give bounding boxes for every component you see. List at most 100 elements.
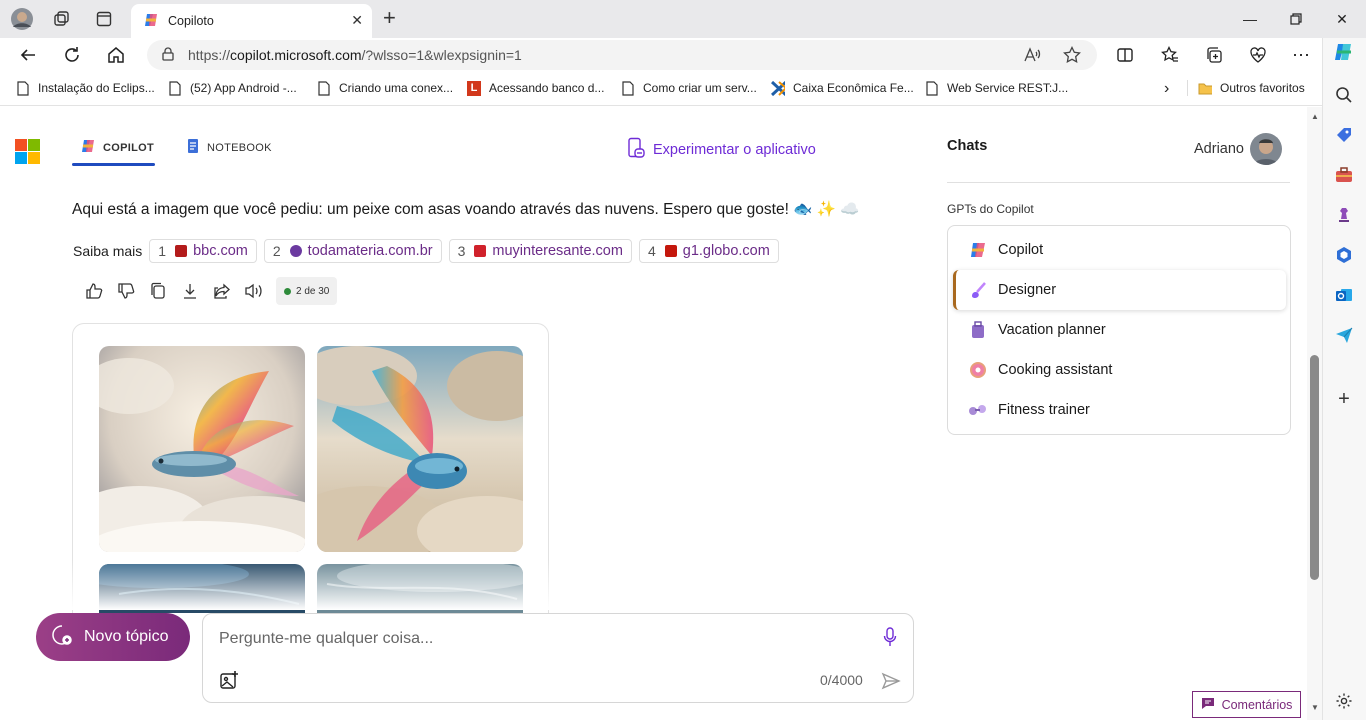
feedback-icon bbox=[1201, 697, 1215, 713]
download-icon[interactable] bbox=[174, 280, 206, 302]
scroll-up-icon[interactable]: ▲ bbox=[1311, 112, 1319, 121]
generated-image[interactable] bbox=[317, 346, 523, 552]
share-icon[interactable] bbox=[206, 280, 238, 302]
source-chip[interactable]: 4 g1.globo.com bbox=[638, 239, 779, 263]
toolbar: https://copilot.microsoft.com/?wlsso=1&w… bbox=[0, 38, 1322, 72]
bookmark-item[interactable]: L Acessando banco d... bbox=[467, 80, 604, 96]
split-screen-icon[interactable] bbox=[1113, 43, 1137, 67]
source-number: 1 bbox=[158, 243, 167, 259]
bookmark-item[interactable]: Web Service REST:J... bbox=[925, 80, 1068, 96]
gpts-list: Copilot Designer Vacation planner Cookin… bbox=[947, 225, 1291, 435]
copilot-icon bbox=[80, 138, 96, 157]
char-counter: 0/4000 bbox=[820, 672, 863, 688]
close-tab-icon[interactable]: ✕ bbox=[351, 12, 363, 29]
gpt-item-vacation-planner[interactable]: Vacation planner bbox=[953, 310, 1286, 350]
tab-copilot-label: COPILOT bbox=[103, 141, 154, 154]
send-icon[interactable] bbox=[881, 672, 901, 693]
other-favorites-folder[interactable]: Outros favoritos bbox=[1187, 80, 1305, 96]
gpt-item-designer[interactable]: Designer bbox=[953, 270, 1286, 310]
address-bar[interactable]: https://copilot.microsoft.com/?wlsso=1&w… bbox=[147, 40, 1097, 70]
favorites-bar: Instalação do Eclips... (52) App Android… bbox=[0, 72, 1322, 106]
collections-icon[interactable] bbox=[1202, 43, 1226, 67]
read-aloud-icon[interactable] bbox=[1023, 46, 1041, 67]
bookmark-item[interactable]: Como criar um serv... bbox=[621, 80, 757, 96]
tools-briefcase-icon[interactable] bbox=[1333, 164, 1355, 186]
add-image-icon[interactable] bbox=[219, 670, 239, 693]
refresh-icon[interactable] bbox=[60, 43, 84, 67]
microsoft-logo[interactable] bbox=[15, 139, 40, 164]
profile-avatar-icon[interactable] bbox=[10, 7, 34, 31]
favorites-icon[interactable] bbox=[1158, 43, 1182, 67]
source-label: todamateria.com.br bbox=[307, 243, 433, 259]
copilot-sidebar-icon[interactable] bbox=[1333, 41, 1355, 63]
send-telegram-icon[interactable] bbox=[1333, 324, 1355, 346]
message-actions: 2 de 30 bbox=[78, 277, 338, 305]
workspaces-icon[interactable] bbox=[50, 7, 74, 31]
avatar[interactable] bbox=[1250, 133, 1282, 165]
new-tab-icon[interactable]: + bbox=[383, 7, 396, 29]
gpt-label: Vacation planner bbox=[998, 322, 1106, 338]
thumbs-down-icon[interactable] bbox=[110, 280, 142, 302]
page-icon bbox=[925, 80, 939, 96]
shopping-tag-icon[interactable] bbox=[1333, 124, 1355, 146]
home-icon[interactable] bbox=[104, 43, 128, 67]
page-icon bbox=[621, 80, 635, 96]
more-options-icon[interactable]: ⋯ bbox=[1289, 43, 1313, 67]
lock-icon[interactable] bbox=[162, 46, 174, 64]
back-icon[interactable] bbox=[16, 43, 40, 67]
gpt-item-cooking-assistant[interactable]: Cooking assistant bbox=[953, 350, 1286, 390]
caixa-logo-icon bbox=[771, 80, 785, 96]
chat-input-placeholder[interactable]: Pergunte-me qualquer coisa... bbox=[219, 630, 433, 648]
scrollbar-thumb[interactable] bbox=[1310, 355, 1319, 580]
outlook-icon[interactable] bbox=[1333, 284, 1355, 306]
settings-gear-icon[interactable] bbox=[1333, 690, 1355, 712]
page-scrollbar[interactable]: ▲ ▼ bbox=[1307, 107, 1322, 720]
chevron-right-icon[interactable]: › bbox=[1164, 80, 1169, 98]
tab-actions-icon[interactable] bbox=[92, 7, 116, 31]
source-label: muyinteresante.com bbox=[492, 243, 623, 259]
feedback-button[interactable]: Comentários bbox=[1192, 691, 1301, 718]
chat-input-box[interactable]: Pergunte-me qualquer coisa... 0/4000 bbox=[202, 613, 914, 703]
url-text[interactable]: https://copilot.microsoft.com/?wlsso=1&w… bbox=[188, 47, 522, 63]
learn-more-row: Saiba mais 1 bbc.com 2 todamateria.com.b… bbox=[73, 239, 779, 263]
gpt-item-copilot[interactable]: Copilot bbox=[953, 230, 1286, 270]
add-sidebar-app-icon[interactable]: + bbox=[1333, 388, 1355, 410]
minimize-icon[interactable]: — bbox=[1230, 6, 1270, 32]
close-window-icon[interactable]: ✕ bbox=[1322, 6, 1362, 32]
bookmark-item[interactable]: (52) App Android -... bbox=[168, 80, 297, 96]
favorite-star-icon[interactable] bbox=[1063, 45, 1081, 67]
bookmark-label: Instalação do Eclips... bbox=[38, 81, 155, 95]
gpt-item-fitness-trainer[interactable]: Fitness trainer bbox=[953, 390, 1286, 430]
user-name[interactable]: Adriano bbox=[1194, 141, 1244, 157]
scroll-down-icon[interactable]: ▼ bbox=[1311, 703, 1319, 712]
tab-notebook[interactable]: NOTEBOOK bbox=[187, 138, 272, 157]
status-dot bbox=[284, 287, 291, 295]
games-icon[interactable] bbox=[1333, 204, 1355, 226]
other-favorites-label: Outros favoritos bbox=[1220, 81, 1305, 95]
muyinteresante-favicon-icon bbox=[474, 245, 487, 257]
try-app-link[interactable]: Experimentar o aplicativo bbox=[627, 137, 816, 163]
gpt-label: Fitness trainer bbox=[998, 402, 1090, 418]
phone-app-icon bbox=[627, 137, 645, 163]
dumbbell-icon bbox=[968, 400, 988, 420]
microsoft-365-icon[interactable] bbox=[1333, 244, 1355, 266]
source-chip[interactable]: 1 bbc.com bbox=[149, 239, 257, 263]
copy-icon[interactable] bbox=[142, 280, 174, 302]
bookmark-item[interactable]: Instalação do Eclips... bbox=[16, 80, 155, 96]
thumbs-up-icon[interactable] bbox=[78, 280, 110, 302]
microphone-icon[interactable] bbox=[883, 627, 897, 650]
generated-image[interactable] bbox=[99, 346, 305, 552]
search-icon[interactable] bbox=[1333, 84, 1355, 106]
new-topic-button[interactable]: Novo tópico bbox=[36, 613, 190, 661]
browser-tab[interactable]: Copiloto ✕ bbox=[131, 4, 372, 38]
restore-icon[interactable] bbox=[1276, 6, 1316, 32]
source-chip[interactable]: 3 muyinteresante.com bbox=[448, 239, 632, 263]
bookmark-item[interactable]: Criando uma conex... bbox=[317, 80, 453, 96]
bookmark-item[interactable]: Caixa Econômica Fe... bbox=[771, 80, 914, 96]
source-chip[interactable]: 2 todamateria.com.br bbox=[263, 239, 442, 263]
bookmark-label: Caixa Econômica Fe... bbox=[793, 81, 914, 95]
tab-copilot[interactable]: COPILOT bbox=[80, 138, 154, 157]
read-aloud-icon[interactable] bbox=[238, 280, 270, 302]
browser-essentials-icon[interactable] bbox=[1246, 43, 1270, 67]
suitcase-icon bbox=[968, 320, 988, 340]
